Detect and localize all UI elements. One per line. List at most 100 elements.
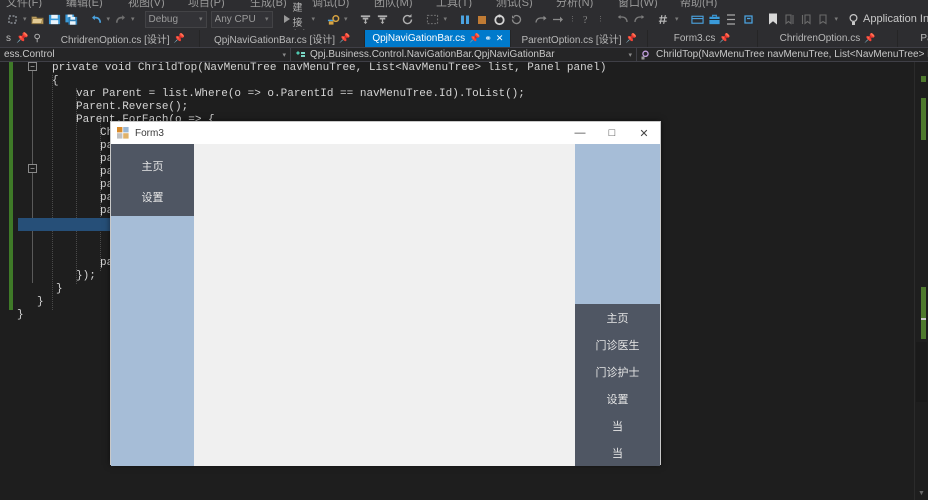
fold-toggle[interactable]: − [28, 164, 37, 173]
dialog-title-bar[interactable]: Form3 — □ ✕ [111, 122, 660, 144]
redo-icon[interactable] [112, 9, 129, 29]
attach-process-icon[interactable] [325, 9, 342, 29]
solution-configuration-combo[interactable]: Debug ▾ [144, 10, 207, 28]
undo-arc-icon[interactable] [614, 9, 631, 29]
navigate-back-icon[interactable] [4, 9, 21, 29]
bookmark-dropdown-icon[interactable]: ▾ [833, 15, 841, 23]
code-line: } [17, 309, 24, 321]
scroll-down-arrow-icon[interactable]: ▼ [918, 490, 925, 497]
right-menu-item-dang-2[interactable]: 当 [575, 439, 660, 466]
left-menu-list[interactable]: 主页 设置 [111, 144, 194, 216]
tab-form3-cs[interactable]: Form3.cs 📌 [647, 30, 758, 47]
step-out-icon[interactable] [533, 9, 550, 29]
restart-debug-icon[interactable] [491, 9, 508, 29]
pin-icon[interactable]: ⚲ [33, 33, 40, 44]
menu-item-help[interactable]: 帮助(H) [680, 0, 717, 8]
solution-platform-combo[interactable]: Any CPU ▾ [210, 10, 273, 28]
right-menu-item-nurse[interactable]: 门诊护士 [575, 358, 660, 385]
menu-item-edit[interactable]: 编辑(E) [66, 0, 103, 8]
team-explorer-icon[interactable] [740, 9, 757, 29]
menu-item-project[interactable]: 项目(P) [188, 0, 225, 8]
tab-qpjnavigationbar-cs[interactable]: QpjNaviGationBar.cs 📌 ⚭ ✕ [365, 30, 512, 47]
pin-icon[interactable]: 📌 [16, 33, 28, 44]
attach-dropdown-icon[interactable]: ▾ [342, 15, 350, 23]
editor-vertical-scrollbar[interactable]: ▼ [914, 62, 928, 500]
comment-hash-icon[interactable] [656, 9, 673, 29]
step-over-icon[interactable] [374, 9, 391, 29]
bookmark-next-icon[interactable] [782, 9, 799, 29]
fold-toggle[interactable]: − [28, 62, 37, 71]
scrollbar-thumb[interactable] [916, 342, 927, 402]
more-icon-2[interactable]: ⋮ [595, 15, 606, 23]
undo-dropdown-icon[interactable]: ▾ [105, 15, 113, 23]
close-button[interactable]: ✕ [628, 122, 660, 144]
application-insights-button[interactable]: Application Insights ▾ [848, 13, 928, 26]
pin-icon[interactable]: 📌 [719, 33, 730, 44]
menu-item-tools[interactable]: 工具(T) [436, 0, 472, 8]
pin-icon[interactable]: 📌 [339, 33, 350, 44]
start-debug-dropdown-icon[interactable]: ▾ [309, 15, 317, 23]
refresh-icon[interactable] [508, 9, 525, 29]
tab-parentoption-design[interactable]: ParentOption.cs [设计] 📌 [511, 30, 648, 47]
navigate-back-dropdown-icon[interactable]: ▾ [21, 15, 29, 23]
menu-item-debug[interactable]: 调试(D) [312, 0, 349, 8]
outlining-margin[interactable]: − − [28, 62, 40, 500]
solution-explorer-icon[interactable] [689, 9, 706, 29]
tab-chridrenoption-cs[interactable]: ChridrenOption.cs 📌 [757, 30, 899, 47]
redo-arc-icon[interactable] [631, 9, 648, 29]
close-icon[interactable]: ✕ [496, 33, 504, 44]
right-menu-list[interactable]: 主页 门诊医生 门诊护士 设置 当 当 [575, 304, 660, 466]
menu-item-analyze[interactable]: 分析(N) [556, 0, 593, 8]
breakpoints-dropdown-icon[interactable]: ▾ [441, 15, 449, 23]
menu-item-test[interactable]: 测试(S) [496, 0, 533, 8]
pin-icon[interactable]: 📌 [469, 33, 480, 44]
menu-bar: 文件(F) 编辑(E) 视图(V) 项目(P) 生成(B) 调试(D) 团队(M… [0, 0, 928, 8]
pin-icon[interactable]: 📌 [864, 33, 875, 44]
center-content-panel[interactable] [194, 144, 575, 466]
toolbox-icon[interactable] [706, 9, 723, 29]
tab-qpjnavigationbar-design[interactable]: QpjNaviGationBar.cs [设计] 📌 [199, 30, 366, 47]
step-into-icon[interactable] [357, 9, 374, 29]
undo-icon[interactable] [88, 9, 105, 29]
tab-lead-item[interactable]: s 📌 ⚲ [0, 30, 47, 47]
arrow-right-icon[interactable] [550, 9, 567, 29]
pin-icon[interactable]: 📌 [626, 33, 637, 44]
stop-icon[interactable] [474, 9, 491, 29]
project-dropdown[interactable]: ess.Control ▾ [0, 48, 290, 62]
minimize-button[interactable]: — [564, 122, 596, 144]
left-menu-item-home[interactable]: 主页 [111, 150, 194, 181]
bookmark-icon[interactable] [765, 9, 782, 29]
pin-icon[interactable]: 📌 [174, 33, 185, 44]
menu-item-file[interactable]: 文件(F) [6, 0, 42, 8]
comment-dropdown-icon[interactable]: ▾ [673, 15, 681, 23]
menu-item-window[interactable]: 窗口(W) [618, 0, 658, 8]
right-navigation-panel[interactable]: 主页 门诊医生 门诊护士 设置 当 当 [575, 144, 660, 466]
unpin-icon[interactable]: ⚭ [484, 33, 492, 44]
type-dropdown[interactable]: Qpj.Business.Control.NaviGationBar.QpjNa… [291, 48, 636, 62]
tab-parentoption-cs[interactable]: ParentOption.cs 📌 [898, 30, 928, 47]
open-file-icon[interactable] [29, 9, 46, 29]
form3-dialog[interactable]: Form3 — □ ✕ 主页 设置 主页 门诊医生 门诊护士 设置 当 当 [110, 121, 661, 466]
help-question-icon[interactable]: ? [578, 9, 595, 29]
left-navigation-panel[interactable]: 主页 设置 [111, 144, 194, 466]
tab-chridrenoption-design[interactable]: ChridrenOption.cs [设计] 📌 [46, 30, 200, 47]
menu-item-team[interactable]: 团队(M) [374, 0, 413, 8]
right-menu-item-doctor[interactable]: 门诊医生 [575, 331, 660, 358]
redo-dropdown-icon[interactable]: ▾ [129, 15, 137, 23]
save-all-icon[interactable] [63, 9, 80, 29]
maximize-button[interactable]: □ [596, 122, 628, 144]
pause-icon[interactable] [457, 9, 474, 29]
menu-item-view[interactable]: 视图(V) [128, 0, 165, 8]
bookmark-clear-icon[interactable] [816, 9, 833, 29]
more-icon-1[interactable]: ⋮ [567, 15, 578, 23]
member-dropdown[interactable]: ChrildTop(NavMenuTree navMenuTree, List<… [637, 48, 928, 62]
right-menu-item-dang-1[interactable]: 当 [575, 412, 660, 439]
save-icon[interactable] [46, 9, 63, 29]
left-menu-item-settings[interactable]: 设置 [111, 181, 194, 212]
breakpoints-icon[interactable] [424, 9, 441, 29]
right-menu-item-home[interactable]: 主页 [575, 304, 660, 331]
restart-icon[interactable] [399, 9, 416, 29]
properties-window-icon[interactable] [723, 9, 740, 29]
right-menu-item-settings[interactable]: 设置 [575, 385, 660, 412]
bookmark-prev-icon[interactable] [799, 9, 816, 29]
